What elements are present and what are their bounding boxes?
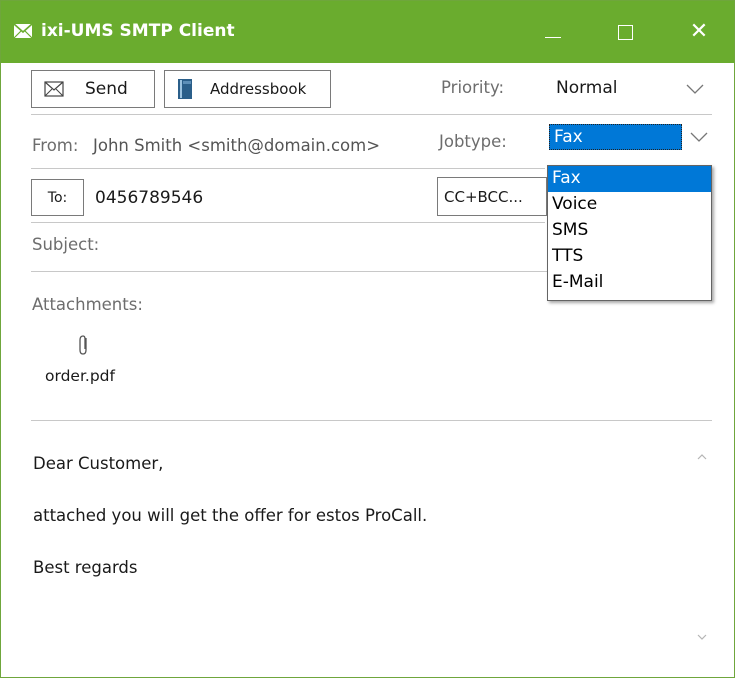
chevron-down-icon[interactable]: [689, 131, 709, 143]
divider: [31, 168, 545, 169]
title-bar[interactable]: ixi-UMS SMTP Client ✕: [1, 1, 734, 63]
jobtype-select[interactable]: Fax: [549, 124, 682, 150]
send-label: Send: [85, 79, 128, 99]
smtp-client-window: ixi-UMS SMTP Client ✕ Send Addressbook P…: [0, 0, 735, 678]
addressbook-button[interactable]: Addressbook: [164, 70, 331, 108]
send-button[interactable]: Send: [31, 70, 155, 108]
scroll-down-icon[interactable]: [694, 631, 710, 643]
jobtype-option-tts[interactable]: TTS: [548, 244, 711, 270]
chevron-down-icon[interactable]: [685, 83, 705, 95]
to-button[interactable]: To:: [31, 179, 84, 216]
subject-label: Subject:: [32, 235, 100, 254]
addressbook-label: Addressbook: [210, 80, 307, 98]
close-icon: ✕: [689, 19, 709, 44]
jobtype-value: Fax: [554, 127, 583, 147]
attachment-file[interactable]: order.pdf: [45, 367, 115, 385]
jobtype-label: Jobtype:: [439, 132, 507, 151]
priority-select[interactable]: Normal: [556, 78, 618, 98]
message-line: attached you will get the offer for esto…: [33, 506, 428, 525]
jobtype-dropdown: Fax Voice SMS TTS E-Mail: [547, 165, 712, 301]
jobtype-option-email[interactable]: E-Mail: [548, 270, 711, 296]
from-value: John Smith <smith@domain.com>: [93, 136, 381, 155]
to-input[interactable]: 0456789546: [95, 188, 203, 208]
attachments-label: Attachments:: [32, 295, 143, 314]
priority-label: Priority:: [441, 78, 505, 97]
jobtype-option-fax[interactable]: Fax: [548, 166, 711, 192]
jobtype-option-voice[interactable]: Voice: [548, 192, 711, 218]
cc-bcc-button[interactable]: CC+BCC...: [437, 177, 547, 216]
mail-icon: [13, 23, 33, 39]
maximize-button[interactable]: [605, 15, 645, 49]
jobtype-option-sms[interactable]: SMS: [548, 218, 711, 244]
message-line: Best regards: [33, 558, 138, 577]
to-button-label: To:: [47, 189, 68, 206]
envelope-icon: [44, 81, 64, 97]
paperclip-icon[interactable]: [77, 334, 91, 356]
scroll-up-icon[interactable]: [694, 451, 710, 463]
divider: [31, 222, 545, 223]
minimize-button[interactable]: [533, 15, 573, 49]
close-button[interactable]: ✕: [679, 15, 719, 49]
cc-bcc-label: CC+BCC...: [444, 187, 523, 206]
book-icon: [178, 79, 192, 99]
from-label: From:: [32, 136, 79, 155]
divider: [31, 420, 712, 421]
window-title: ixi-UMS SMTP Client: [41, 21, 235, 41]
minimize-icon: [545, 36, 561, 38]
maximize-icon: [617, 24, 633, 40]
message-line: Dear Customer,: [33, 454, 164, 473]
divider: [31, 114, 712, 115]
